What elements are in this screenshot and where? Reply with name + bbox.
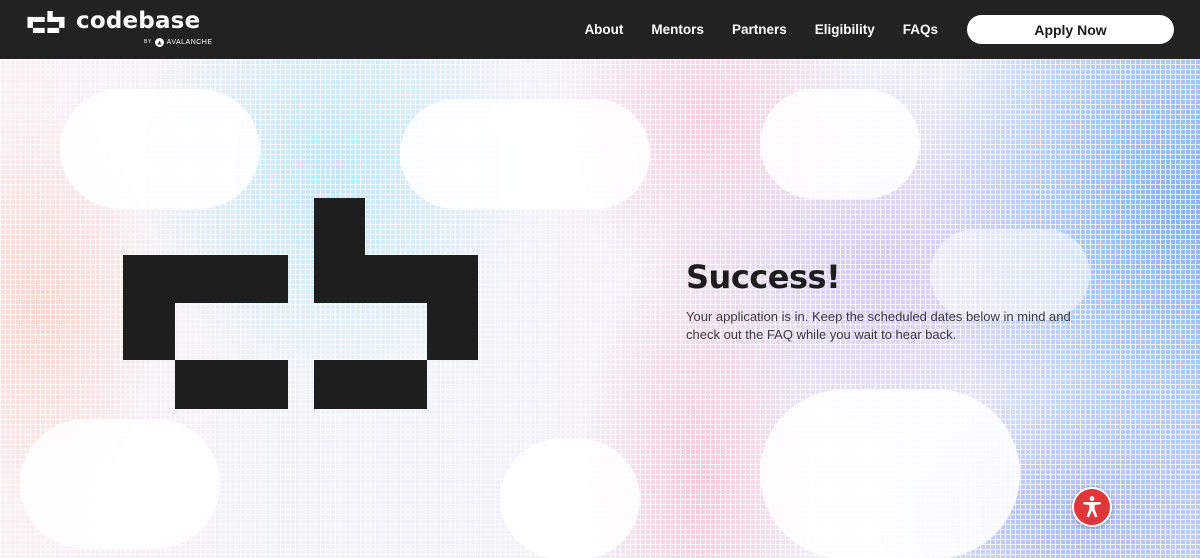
apply-now-button[interactable]: Apply Now [967, 15, 1174, 44]
brand-name: codebase [76, 8, 201, 34]
accessibility-button[interactable] [1072, 487, 1112, 527]
nav-about[interactable]: About [584, 22, 623, 37]
bg-blob [400, 99, 650, 209]
nav-eligibility[interactable]: Eligibility [815, 22, 875, 37]
site-header: codebase BY AVALANCHE About Mentors Part… [0, 0, 1200, 59]
brand-logo[interactable]: codebase BY AVALANCHE [26, 8, 226, 50]
codebase-large-logo-icon [123, 198, 478, 409]
main-nav: About Mentors Partners Eligibility FAQs [584, 0, 938, 59]
success-message: Your application is in. Keep the schedul… [686, 309, 1071, 342]
bg-blob [60, 89, 260, 209]
brand-byline: BY AVALANCHE [144, 37, 213, 47]
avalanche-icon [154, 37, 164, 47]
bg-blob [760, 89, 920, 199]
nav-faqs[interactable]: FAQs [903, 22, 938, 37]
bg-blob [500, 439, 640, 558]
bg-blob [20, 419, 220, 549]
success-title: Success! [686, 258, 841, 296]
nav-mentors[interactable]: Mentors [651, 22, 704, 37]
nav-partners[interactable]: Partners [732, 22, 787, 37]
bg-blob [930, 229, 1090, 319]
accessibility-icon [1083, 496, 1101, 518]
bg-blob [760, 389, 1020, 558]
codebase-logo-icon [27, 11, 65, 33]
